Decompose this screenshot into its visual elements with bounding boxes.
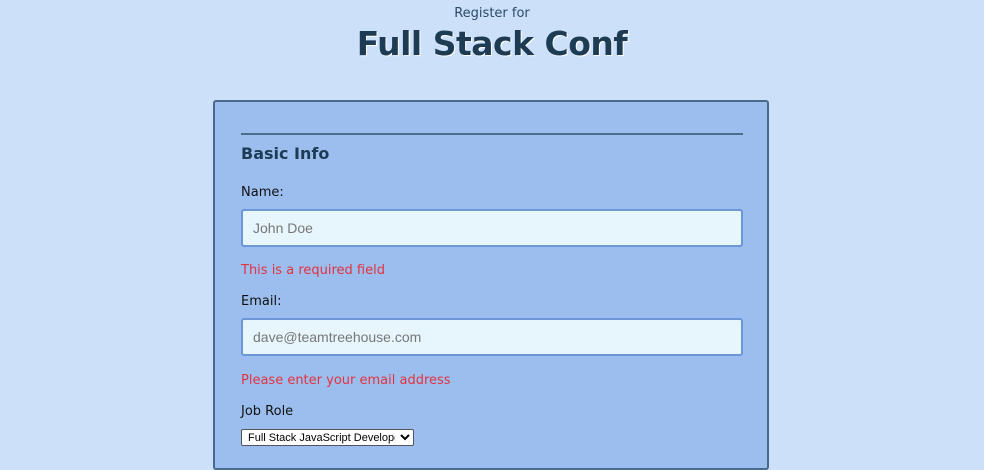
name-field[interactable] xyxy=(241,209,743,247)
name-label: Name: xyxy=(241,185,284,200)
email-field[interactable] xyxy=(241,318,743,356)
registration-form: Basic Info Name: This is a required fiel… xyxy=(213,100,769,470)
job-role-label: Job Role xyxy=(241,404,294,419)
basic-info-heading: Basic Info xyxy=(241,144,330,163)
job-role-select[interactable]: Full Stack JavaScript Developer xyxy=(241,429,414,446)
page-subtitle: Register for xyxy=(454,6,530,21)
email-label: Email: xyxy=(241,294,282,309)
page-title: Full Stack Conf xyxy=(356,24,628,63)
email-error: Please enter your email address xyxy=(241,373,451,388)
section-divider xyxy=(241,133,743,135)
name-error: This is a required field xyxy=(241,263,385,278)
